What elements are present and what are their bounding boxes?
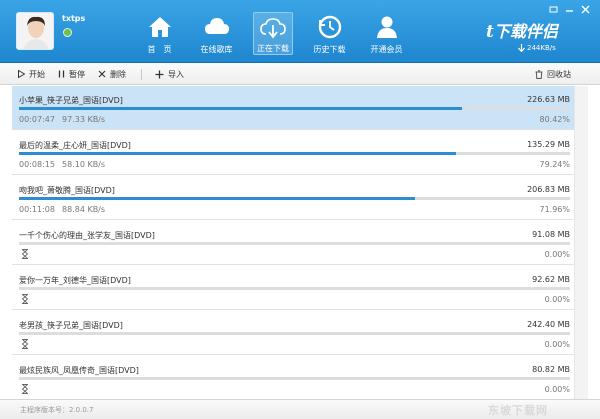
nav-history[interactable]: 历史下载 <box>301 0 358 63</box>
task-row[interactable]: 吻我吧_萧敬腾_国语[DVD] 206.83 MB 00:11:08 88.84 KB… <box>12 176 588 220</box>
hourglass-icon <box>21 339 29 349</box>
task-progress-bar <box>19 287 570 290</box>
task-size: 206.83 MB <box>527 185 570 194</box>
task-row[interactable]: 最炫民族风_凤凰传奇_国语[DVD] 80.82 MB 0.00% <box>12 356 588 399</box>
scrollbar[interactable] <box>574 86 588 399</box>
brand-logo: t下载伴侣 <box>486 22 558 42</box>
task-percent: 80.42% <box>539 115 570 124</box>
task-percent: 71.96% <box>539 205 570 214</box>
plus-icon <box>155 70 164 78</box>
task-progress-bar <box>19 377 570 380</box>
toolbar-divider <box>141 69 142 80</box>
task-elapsed-time: 00:07:47 <box>19 115 55 124</box>
task-name: 吻我吧_萧敬腾_国语[DVD] <box>19 186 115 195</box>
hourglass-icon <box>21 294 29 304</box>
task-name: 小苹果_筷子兄弟_国语[DVD] <box>19 96 123 105</box>
task-row[interactable]: 最后的温柔_庄心妍_国语[DVD] 135.29 MB 00:08:15 58.10 … <box>12 131 588 175</box>
task-name: 老男孩_筷子兄弟_国语[DVD] <box>19 321 123 330</box>
task-name: 一千个伤心的理由_张学友_国语[DVD] <box>19 231 155 240</box>
task-progress-bar <box>19 242 570 245</box>
speed-down-arrow-icon <box>518 44 525 52</box>
cloud-download-icon <box>260 18 286 39</box>
task-row[interactable]: 老男孩_筷子兄弟_国语[DVD] 242.40 MB 0.00% <box>12 311 588 355</box>
task-progress-fill <box>19 107 463 110</box>
download-task-list[interactable]: 小苹果_筷子兄弟_国语[DVD] 226.63 MB 00:07:47 97.33 K… <box>12 86 588 399</box>
task-percent: 0.00% <box>544 250 570 259</box>
task-percent: 0.00% <box>544 340 570 349</box>
task-size: 91.08 MB <box>532 230 570 239</box>
task-elapsed-time: 00:11:08 <box>19 205 55 214</box>
task-size: 80.82 MB <box>532 365 570 374</box>
recycle-bin-label: 回收站 <box>547 69 571 79</box>
task-progress-bar <box>19 332 570 335</box>
online-status-icon <box>63 28 72 37</box>
skin-icon[interactable] <box>549 5 558 14</box>
task-name: 爱你一万年_刘德华_国语[DVD] <box>19 276 131 285</box>
nav-home-label: 首 页 <box>147 45 172 54</box>
close-icon[interactable] <box>581 5 590 14</box>
start-button[interactable]: 开始 <box>18 63 45 85</box>
title-bar: txtps 首 页 在线歌库 正在下载 历史下载 开通会员 t下载伴侣 244K… <box>0 0 600 63</box>
task-row[interactable]: 一千个伤心的理由_张学友_国语[DVD] 91.08 MB 0.00% <box>12 221 588 265</box>
task-progress-fill <box>19 197 416 200</box>
delete-label: 删除 <box>110 69 126 79</box>
task-name: 最后的温柔_庄心妍_国语[DVD] <box>19 141 131 150</box>
username: txtps <box>62 14 86 23</box>
toolbar: 开始 暂停 删除 导入 回收站 <box>0 63 600 85</box>
import-label: 导入 <box>168 69 184 79</box>
play-icon <box>18 70 25 78</box>
recycle-bin-button[interactable]: 回收站 <box>535 63 571 85</box>
hourglass-icon <box>21 249 29 259</box>
nav-downloading-label: 正在下载 <box>257 44 289 53</box>
version-text: 主程序版本号：2.0.0.7 <box>20 406 94 414</box>
task-progress-bar <box>19 107 570 110</box>
task-speed: 58.10 KB/s <box>62 160 106 169</box>
pause-icon <box>58 70 65 78</box>
task-row[interactable]: 小苹果_筷子兄弟_国语[DVD] 226.63 MB 00:07:47 97.33 K… <box>12 86 588 130</box>
status-bar: 主程序版本号：2.0.0.7 东坡下载网 <box>0 399 600 419</box>
task-size: 92.62 MB <box>532 275 570 284</box>
nav-home[interactable]: 首 页 <box>131 0 188 63</box>
cloud-icon <box>204 18 229 34</box>
minimize-icon[interactable] <box>565 5 574 14</box>
task-name: 最炫民族风_凤凰传奇_国语[DVD] <box>19 366 139 375</box>
main-nav: 首 页 在线歌库 正在下载 历史下载 开通会员 <box>131 0 415 63</box>
member-icon <box>376 16 397 38</box>
start-label: 开始 <box>29 69 45 79</box>
task-size: 226.63 MB <box>527 95 570 104</box>
hourglass-icon <box>21 384 29 394</box>
user-avatar[interactable] <box>16 12 54 50</box>
nav-online-library-label: 在线歌库 <box>200 45 233 54</box>
pause-label: 暂停 <box>69 69 85 79</box>
home-icon <box>148 17 171 37</box>
task-elapsed-time: 00:08:15 <box>19 160 55 169</box>
task-percent: 79.24% <box>539 160 570 169</box>
task-size: 135.29 MB <box>527 140 570 149</box>
task-progress-bar <box>19 197 570 200</box>
watermark: 东坡下载网 <box>488 404 548 417</box>
nav-membership[interactable]: 开通会员 <box>358 0 415 63</box>
delete-button[interactable]: 删除 <box>98 63 126 85</box>
history-icon <box>318 15 341 39</box>
nav-downloading[interactable]: 正在下载 <box>253 12 293 55</box>
task-size: 242.40 MB <box>527 320 570 329</box>
task-row[interactable]: 爱你一万年_刘德华_国语[DVD] 92.62 MB 0.00% <box>12 266 588 310</box>
nav-membership-label: 开通会员 <box>370 45 403 54</box>
pause-button[interactable]: 暂停 <box>58 63 85 85</box>
import-button[interactable]: 导入 <box>155 63 184 85</box>
task-percent: 0.00% <box>544 385 570 394</box>
task-speed: 97.33 KB/s <box>62 115 106 124</box>
trash-icon <box>535 69 543 79</box>
delete-x-icon <box>98 70 106 78</box>
nav-history-label: 历史下载 <box>313 45 346 54</box>
nav-online-library[interactable]: 在线歌库 <box>188 0 245 63</box>
task-percent: 0.00% <box>544 295 570 304</box>
task-progress-bar <box>19 152 570 155</box>
total-speed: 244KB/s <box>527 44 556 52</box>
task-speed: 88.84 KB/s <box>62 205 106 214</box>
task-progress-fill <box>19 152 456 155</box>
